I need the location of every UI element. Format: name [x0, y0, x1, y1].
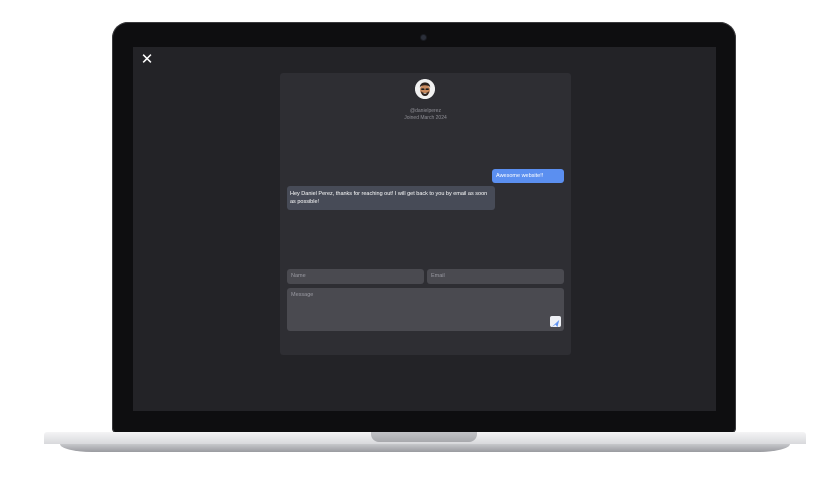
send-icon [552, 320, 560, 328]
profile-joined-date: Joined March 2024 [404, 115, 447, 121]
close-icon[interactable]: ✕ [140, 52, 154, 67]
email-input[interactable] [427, 269, 564, 284]
laptop-base-bottom [60, 444, 790, 452]
laptop-opening-notch [371, 432, 477, 442]
message-input[interactable] [287, 288, 564, 331]
memoji-avatar-icon [415, 79, 435, 99]
outgoing-message-bubble: Awesome website!! [492, 169, 564, 183]
send-button[interactable] [550, 316, 561, 328]
incoming-message-bubble: Hey Daniel Perez, thanks for reaching ou… [287, 186, 495, 210]
chat-panel: @danielperez Joined March 2024 Awesome w… [280, 73, 571, 355]
profile-handle: @danielperez [410, 108, 441, 114]
name-input[interactable] [287, 269, 424, 284]
camera-dot [421, 35, 426, 40]
avatar [415, 79, 435, 99]
laptop-mockup: ✕ @danielperez Joined March 2024 Awesome… [0, 0, 838, 477]
